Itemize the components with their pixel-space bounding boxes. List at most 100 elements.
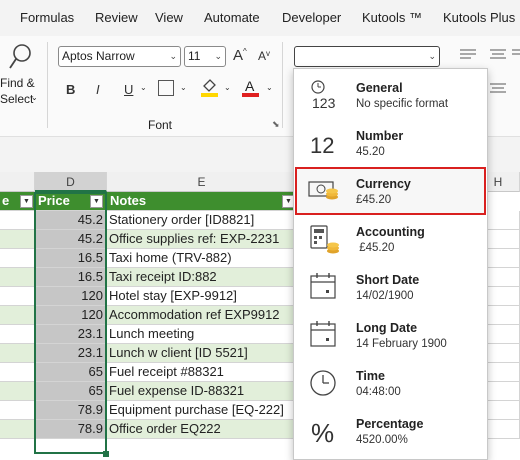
italic-button[interactable]: I bbox=[96, 82, 100, 97]
format-option-general[interactable]: 123 General No specific format bbox=[294, 71, 487, 119]
tab-kutools[interactable]: Kutools ™ bbox=[362, 10, 422, 25]
format-option-number[interactable]: 12 Number 45.20 bbox=[294, 119, 487, 167]
grow-font-button[interactable]: A^ bbox=[233, 47, 247, 64]
shrink-font-button[interactable]: Av bbox=[258, 49, 270, 63]
format-option-percentage[interactable]: % Percentage 4520.00% bbox=[294, 407, 487, 455]
number-format-combo[interactable]: ⌄ bbox=[294, 46, 440, 67]
chevron-down-icon[interactable]: ⌄ bbox=[224, 83, 231, 92]
notes-cell[interactable]: Stationery order [ID8821] bbox=[107, 211, 297, 230]
underline-button[interactable]: U bbox=[124, 82, 133, 97]
filter-dropdown-icon[interactable]: ▼ bbox=[20, 195, 33, 208]
column-header-c[interactable] bbox=[0, 172, 35, 192]
tab-developer[interactable]: Developer bbox=[282, 10, 341, 25]
price-cell[interactable]: 78.9 bbox=[35, 420, 107, 439]
notes-cell[interactable]: Lunch w client [ID 5521] bbox=[107, 344, 297, 363]
price-cell[interactable]: 45.2 bbox=[35, 230, 107, 249]
format-option-accounting[interactable]: Accounting £45.20 bbox=[294, 215, 487, 263]
cell-c[interactable] bbox=[0, 306, 35, 325]
currency-icon bbox=[308, 175, 340, 207]
price-cell[interactable]: 45.2 bbox=[35, 211, 107, 230]
notes-cell[interactable]: Office supplies ref: EXP-2231 bbox=[107, 230, 297, 249]
price-cell[interactable]: 120 bbox=[35, 306, 107, 325]
cell-c[interactable] bbox=[0, 344, 35, 363]
general-icon-graphic: 123 bbox=[311, 80, 336, 111]
tab-kutools-plus[interactable]: Kutools Plus bbox=[443, 10, 515, 25]
align-middle-icon[interactable] bbox=[489, 48, 507, 62]
chevron-down-icon[interactable]: ⌄ bbox=[180, 83, 187, 92]
calendar-icon bbox=[308, 271, 340, 303]
font-color-button[interactable]: A bbox=[242, 78, 260, 98]
column-header-e[interactable]: E bbox=[107, 172, 297, 192]
number-icon: 12 bbox=[308, 127, 340, 159]
format-title: Time bbox=[356, 369, 385, 383]
notes-cell[interactable]: Accommodation ref EXP9912 bbox=[107, 306, 297, 325]
tab-formulas[interactable]: Formulas bbox=[20, 10, 74, 25]
price-cell[interactable]: 23.1 bbox=[35, 344, 107, 363]
chevron-down-icon: ⌄ bbox=[169, 51, 177, 61]
cell-c[interactable] bbox=[0, 249, 35, 268]
bold-button[interactable]: B bbox=[66, 82, 75, 97]
fill-handle[interactable] bbox=[103, 451, 109, 457]
format-option-long-date[interactable]: Long Date 14 February 1900 bbox=[294, 311, 487, 359]
fill-color-button[interactable] bbox=[201, 78, 219, 98]
format-example: 4520.00% bbox=[356, 434, 408, 446]
notes-cell[interactable]: Fuel expense ID-88321 bbox=[107, 382, 297, 401]
align-right-icon[interactable] bbox=[512, 48, 520, 62]
tab-review[interactable]: Review bbox=[95, 10, 138, 25]
chevron-down-icon: ⌄ bbox=[428, 51, 436, 61]
format-option-short-date[interactable]: Short Date 14/02/1900 bbox=[294, 263, 487, 311]
filter-dropdown-icon[interactable]: ▼ bbox=[90, 195, 103, 208]
cell-c[interactable] bbox=[0, 230, 35, 249]
format-option-currency[interactable]: Currency £45.20 bbox=[294, 167, 487, 215]
borders-icon[interactable] bbox=[158, 80, 174, 96]
cell-c[interactable] bbox=[0, 420, 35, 439]
notes-cell[interactable]: Fuel receipt #88321 bbox=[107, 363, 297, 382]
format-option-time[interactable]: Time 04:48:00 bbox=[294, 359, 487, 407]
price-cell[interactable]: 78.9 bbox=[35, 401, 107, 420]
find-select-button[interactable]: Find & Select ⌄ bbox=[0, 40, 46, 110]
dialog-launcher-icon[interactable]: ⬊ bbox=[272, 119, 280, 130]
cell-c[interactable] bbox=[0, 287, 35, 306]
format-title: Long Date bbox=[356, 321, 418, 335]
cell-c[interactable] bbox=[0, 382, 35, 401]
header-cell-notes[interactable]: Notes ▼ bbox=[107, 192, 297, 211]
align-top-icon[interactable] bbox=[459, 48, 477, 62]
percent-icon-graphic: % bbox=[311, 418, 334, 448]
format-example: 04:48:00 bbox=[356, 386, 401, 398]
notes-cell[interactable]: Taxi home (TRV-882) bbox=[107, 249, 297, 268]
cell-c[interactable] bbox=[0, 363, 35, 382]
header-cell-price[interactable]: Price ▼ bbox=[35, 192, 107, 211]
column-header-d[interactable]: D bbox=[35, 172, 107, 192]
price-cell[interactable]: 65 bbox=[35, 382, 107, 401]
notes-cell[interactable]: Equipment purchase [EQ-222] bbox=[107, 401, 297, 420]
header-cell-c[interactable]: e ▼ bbox=[0, 192, 35, 211]
chevron-down-icon[interactable]: ⌄ bbox=[266, 83, 273, 92]
notes-cell[interactable]: Lunch meeting bbox=[107, 325, 297, 344]
cell-c[interactable] bbox=[0, 211, 35, 230]
price-cell[interactable]: 16.5 bbox=[35, 249, 107, 268]
currency-icon-graphic bbox=[308, 181, 338, 200]
price-cell[interactable]: 23.1 bbox=[35, 325, 107, 344]
notes-cell[interactable]: Taxi receipt ID:882 bbox=[107, 268, 297, 287]
chevron-down-icon: ⌄ bbox=[31, 93, 38, 102]
font-size-combo[interactable]: 11 ⌄ bbox=[184, 46, 226, 67]
price-cell[interactable]: 16.5 bbox=[35, 268, 107, 287]
notes-cell[interactable]: Office order EQ222 bbox=[107, 420, 297, 439]
chevron-down-icon[interactable]: ⌄ bbox=[140, 83, 147, 92]
tab-view[interactable]: View bbox=[155, 10, 183, 25]
notes-cell[interactable]: Hotel stay [EXP-9912] bbox=[107, 287, 297, 306]
font-name-value: Aptos Narrow bbox=[62, 49, 135, 63]
align-center-icon[interactable] bbox=[489, 82, 507, 96]
tab-automate[interactable]: Automate bbox=[204, 10, 260, 25]
price-cell[interactable]: 65 bbox=[35, 363, 107, 382]
cell-c[interactable] bbox=[0, 401, 35, 420]
cell-c[interactable] bbox=[0, 268, 35, 287]
format-title: General bbox=[356, 81, 403, 95]
cell-c[interactable] bbox=[0, 325, 35, 344]
format-example: 14/02/1900 bbox=[356, 290, 414, 302]
font-name-combo[interactable]: Aptos Narrow ⌄ bbox=[58, 46, 181, 67]
shrink-font-icon: A bbox=[258, 49, 267, 63]
ribbon-tab-bar: Formulas Review View Automate Developer … bbox=[0, 0, 520, 36]
grow-font-icon: A bbox=[233, 47, 244, 64]
price-cell[interactable]: 120 bbox=[35, 287, 107, 306]
